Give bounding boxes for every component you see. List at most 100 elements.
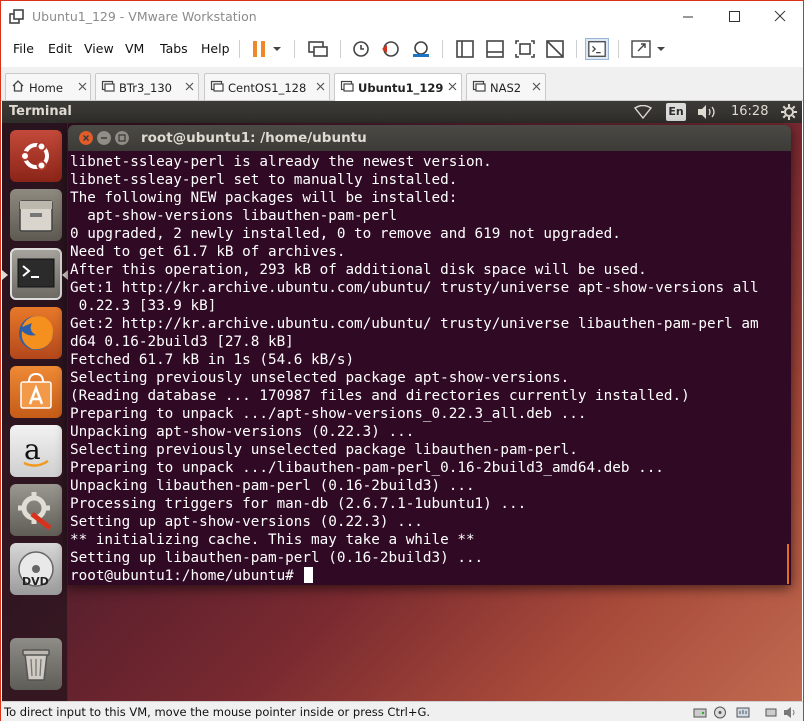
ubuntu-dash-icon[interactable]: [10, 130, 62, 182]
close-icon[interactable]: [315, 81, 326, 92]
toolbar-separator: [576, 40, 577, 58]
terminal-line: 0 upgraded, 2 newly installed, 0 to remo…: [70, 226, 621, 242]
tab-home[interactable]: Home: [5, 73, 91, 100]
terminal-line: Get:2 http://kr.archive.ubuntu.com/ubunt…: [70, 316, 759, 332]
amazon-icon[interactable]: a: [10, 425, 62, 477]
unity-mode-icon[interactable]: [543, 38, 567, 60]
terminal-line: libnet-ssleay-perl set to manually insta…: [70, 172, 458, 188]
close-icon[interactable]: [531, 81, 542, 92]
minimize-icon: [683, 16, 693, 18]
keyboard-layout-indicator[interactable]: En: [666, 103, 686, 121]
launcher-active-arrow: [2, 270, 8, 280]
close-icon: [774, 10, 786, 22]
tab-label: CentOS1_128: [228, 81, 307, 95]
close-button[interactable]: [757, 1, 803, 33]
trash-icon[interactable]: [10, 638, 62, 690]
terminal-line: 0.22.3 [33.9 kB]: [70, 298, 217, 314]
dvd-icon[interactable]: DVD: [10, 543, 62, 595]
unity-launcher: a DVD: [2, 123, 68, 701]
thumbnail-view-icon[interactable]: [483, 38, 507, 60]
ubuntu-top-panel: Terminal En 16:28: [2, 101, 802, 123]
terminal-line: Processing triggers for man-db (2.6.7.1-…: [70, 496, 527, 512]
network-adapter-icon[interactable]: [736, 706, 750, 719]
tab-centos1-128[interactable]: CentOS1_128: [204, 73, 330, 100]
terminal-line: Setting up libauthen-pam-perl (0.16-2bui…: [70, 550, 484, 566]
system-settings-icon[interactable]: [10, 484, 62, 536]
tab-btr3-130[interactable]: BTr3_130: [95, 73, 199, 100]
close-icon[interactable]: [77, 81, 88, 92]
minimize-button[interactable]: [665, 1, 711, 33]
terminal-line: libnet-ssleay-perl is already the newest…: [70, 154, 492, 170]
terminal-scroll-indicator[interactable]: [787, 544, 789, 584]
terminal-minimize-icon[interactable]: [97, 131, 111, 145]
active-app-title: Terminal: [9, 104, 72, 119]
vm-icon: [472, 80, 486, 92]
terminal-output[interactable]: libnet-ssleay-perl is already the newest…: [70, 153, 790, 585]
tab-label: Ubuntu1_129: [358, 81, 444, 95]
status-message: To direct input to this VM, move the mou…: [4, 705, 431, 719]
terminal-close-icon[interactable]: [79, 131, 93, 145]
close-icon[interactable]: [184, 81, 195, 92]
menu-toolbar: File Edit View VM Tabs Help: [1, 33, 803, 65]
terminal-prompt: root@ubuntu1:/home/ubuntu#: [70, 568, 303, 584]
menu-file[interactable]: File: [13, 41, 34, 56]
chevron-down-icon[interactable]: [269, 38, 285, 60]
terminal-line: Preparing to unpack .../apt-show-version…: [70, 406, 587, 422]
stretch-guest-icon[interactable]: [629, 38, 653, 60]
vm-display[interactable]: Terminal En 16:28 a DVD root@ubuntu1: /h…: [2, 101, 802, 701]
terminal-window[interactable]: root@ubuntu1: /home/ubuntu libnet-ssleay…: [68, 125, 791, 585]
toolbar-separator: [239, 40, 240, 58]
volume-icon[interactable]: [696, 104, 718, 120]
terminal-line: Unpacking apt-show-versions (0.22.3) ...: [70, 424, 415, 440]
usb-device-icon[interactable]: [764, 706, 778, 719]
network-icon[interactable]: [634, 105, 652, 119]
files-icon[interactable]: [10, 189, 62, 241]
terminal-maximize-icon[interactable]: [115, 131, 129, 145]
terminal-icon[interactable]: [10, 248, 62, 300]
home-icon: [12, 80, 24, 92]
software-center-icon[interactable]: [10, 366, 62, 418]
menu-view[interactable]: View: [84, 41, 114, 56]
menu-vm[interactable]: VM: [125, 41, 144, 56]
tab-nas2[interactable]: NAS2: [466, 73, 546, 100]
chevron-down-icon[interactable]: [653, 38, 669, 60]
terminal-line: Selecting previously unselected package …: [70, 442, 578, 458]
sidebar-view-icon[interactable]: [453, 38, 477, 60]
console-view-icon[interactable]: [585, 38, 609, 60]
toolbar-separator: [618, 40, 619, 58]
terminal-line: d64 0.16-2build3 [27.8 kB]: [70, 334, 294, 350]
vmware-window: Ubuntu1_129 - VMware Workstation File Ed…: [0, 0, 804, 721]
snapshot-icon[interactable]: [349, 38, 373, 60]
revert-snapshot-icon[interactable]: [379, 38, 403, 60]
menu-help[interactable]: Help: [201, 41, 230, 56]
terminal-line: Get:1 http://kr.archive.ubuntu.com/ubunt…: [70, 280, 759, 296]
send-ctrl-alt-del-icon[interactable]: [306, 38, 330, 60]
menu-edit[interactable]: Edit: [48, 41, 72, 56]
cd-drive-icon[interactable]: [713, 706, 727, 719]
toolbar-separator: [442, 40, 443, 58]
gear-icon[interactable]: [780, 103, 798, 121]
sound-card-icon[interactable]: [783, 706, 797, 719]
fullscreen-icon[interactable]: [513, 38, 537, 60]
snapshot-manager-icon[interactable]: [409, 38, 433, 60]
firefox-icon[interactable]: [10, 307, 62, 359]
terminal-line: ** initializing cache. This may take a w…: [70, 532, 475, 548]
status-bar: To direct input to this VM, move the mou…: [1, 701, 803, 721]
vm-tab-bar: Home BTr3_130 CentOS1_128 Ubuntu1_129 NA…: [1, 67, 803, 101]
tab-ubuntu1-129[interactable]: Ubuntu1_129: [334, 73, 462, 101]
maximize-button[interactable]: [711, 1, 757, 33]
terminal-line: Need to get 61.7 kB of archives.: [70, 244, 346, 260]
terminal-line: Preparing to unpack .../libauthen-pam-pe…: [70, 460, 664, 476]
pause-icon[interactable]: [247, 38, 271, 60]
toolbar-separator: [294, 40, 295, 58]
terminal-line: After this operation, 293 kB of addition…: [70, 262, 647, 278]
terminal-line: Fetched 61.7 kB in 1s (54.6 kB/s): [70, 352, 355, 368]
menu-tabs[interactable]: Tabs: [160, 41, 188, 56]
terminal-title: root@ubuntu1: /home/ubuntu: [141, 130, 367, 146]
terminal-title-bar: root@ubuntu1: /home/ubuntu: [68, 125, 791, 151]
hard-disk-icon[interactable]: [693, 706, 707, 719]
terminal-prompt-line[interactable]: root@ubuntu1:/home/ubuntu#: [70, 567, 790, 585]
clock[interactable]: 16:28: [731, 104, 768, 119]
close-icon[interactable]: [447, 81, 458, 92]
svg-text:a: a: [24, 433, 41, 466]
